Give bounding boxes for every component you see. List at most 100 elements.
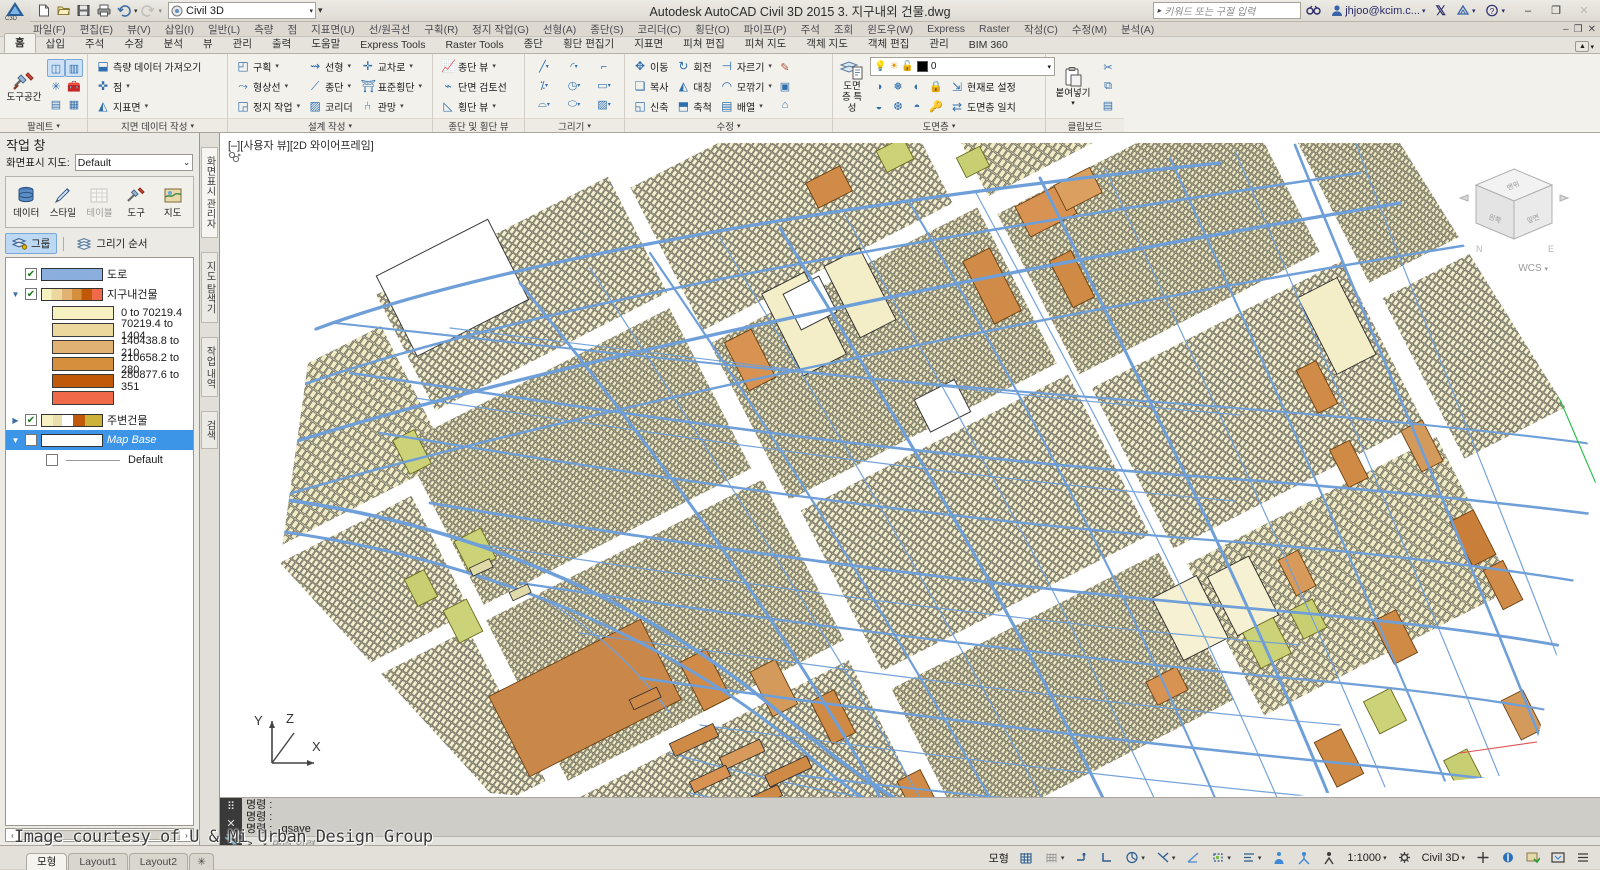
palette-5-icon[interactable]: ▤ <box>47 95 65 113</box>
menu-item-23[interactable]: 분석(A) <box>1114 22 1161 37</box>
ribbon-minimize-control[interactable]: ▲ ▾ <box>1575 41 1594 52</box>
palette-3-icon[interactable]: ✳ <box>47 77 65 95</box>
maximize-button[interactable]: ❐ <box>1542 1 1570 21</box>
chevron-down-icon[interactable]: ⌄ <box>183 158 190 167</box>
tp-map-button[interactable]: 지도 <box>156 185 189 220</box>
import-survey-button[interactable]: ⬓ 측량 데이터 가져오기 <box>92 57 223 76</box>
assembly-button[interactable]: ⛩ 표준횡단 ▾ <box>357 77 426 96</box>
match-prop-icon[interactable]: ▤ <box>1099 96 1117 114</box>
hardware-accel-icon[interactable] <box>1472 848 1494 868</box>
polar-tracking-icon[interactable]: ▾ <box>1121 848 1149 868</box>
doc-minimize-icon[interactable]: – <box>1563 24 1569 35</box>
doc-restore-icon[interactable]: ❐ <box>1574 24 1583 35</box>
workspace-switch-button[interactable]: Civil 3D ▾ <box>1418 848 1469 868</box>
doc-close-icon[interactable]: ✕ <box>1588 24 1596 35</box>
grading-button[interactable]: ◲ 정지 작업 ▾ <box>232 97 304 116</box>
plot-icon[interactable] <box>94 1 113 20</box>
hatch-icon[interactable]: ▨ ▾ <box>589 96 619 114</box>
palette-1-icon[interactable]: ◫ <box>47 59 65 77</box>
layer-on-icon[interactable]: ◓ <box>908 98 926 116</box>
tree-node-inner-buildings[interactable]: ▼ ✔ 지구내건물 <box>6 284 193 304</box>
ribbon-tab-1[interactable]: 삽입 <box>36 35 75 53</box>
section-view-button[interactable]: ◺ 횡단 뷰 ▾ <box>437 97 520 116</box>
save-icon[interactable] <box>74 1 93 20</box>
ribbon-minimize-icon[interactable]: ▲ <box>1575 41 1590 52</box>
tp-table-button[interactable]: 테이블 <box>83 185 116 220</box>
layer-match-button[interactable]: ⇄ 도면층 일치 <box>946 97 1020 116</box>
gear-icon[interactable] <box>1394 848 1415 868</box>
default-checkbox[interactable] <box>46 454 58 466</box>
command-drag-handle[interactable]: ⠿ <box>227 800 235 813</box>
ribbon-tab-18[interactable]: 관리 <box>919 35 958 53</box>
tp-data-button[interactable]: 데이터 <box>10 185 43 220</box>
city-map-drawing[interactable] <box>220 133 1600 833</box>
tree-node-surrounding-buildings[interactable]: ▶ ✔ 주변건물 <box>6 410 193 430</box>
polyline-icon[interactable]: ⌐ <box>589 58 619 76</box>
close-button[interactable]: ✕ <box>1570 1 1598 21</box>
set-current-layer-button[interactable]: ⇲ 현재로 설정 <box>946 77 1020 96</box>
profile-view-button[interactable]: 📈 종단 뷰 ▾ <box>437 57 520 76</box>
open-icon[interactable] <box>54 1 73 20</box>
redo-icon[interactable] <box>139 1 158 20</box>
ribbon-tab-9[interactable]: Express Tools <box>350 38 435 53</box>
menu-item-9[interactable]: 구획(R) <box>417 22 465 37</box>
workspace-selector[interactable]: Civil 3D ▾ <box>168 2 317 19</box>
ribbon-tab-2[interactable]: 주석 <box>75 35 114 53</box>
surrounding-buildings-checkbox[interactable]: ✔ <box>25 414 37 426</box>
arc-icon[interactable]: ◜ ▾ <box>559 58 589 76</box>
viewport-label[interactable]: [–][사용자 뷰][2D 와이어프레임] <box>228 137 374 153</box>
ribbon-tab-12[interactable]: 횡단 편집기 <box>553 35 624 53</box>
panel-label-modify[interactable]: 수정 ▾ <box>625 118 832 132</box>
isolate-objects-icon[interactable] <box>1497 848 1519 868</box>
intersection-button[interactable]: ✛ 교차로 ▾ <box>357 57 426 76</box>
alignment-button[interactable]: ⇝ 선형 ▾ <box>304 57 357 76</box>
scale-button[interactable]: ⬒ 축척 <box>672 97 715 116</box>
ribbon-tab-5[interactable]: 뷰 <box>193 35 223 53</box>
copy-clip-icon[interactable]: ⧉ <box>1099 77 1117 95</box>
layer-freeze-icon[interactable]: ❅ <box>889 78 907 96</box>
ribbon-tab-15[interactable]: 피쳐 지도 <box>735 35 797 53</box>
workspace-menu-icon[interactable]: ▾ <box>318 5 323 16</box>
line-icon[interactable]: ╱ ▾ <box>529 58 559 76</box>
tp-style-button[interactable]: 스타일 <box>46 185 79 220</box>
ellipse-icon[interactable]: ⬭ ▾ <box>559 96 589 114</box>
copy-button[interactable]: ❏ 복사 <box>629 77 672 96</box>
move-button[interactable]: ✥ 이동 <box>629 57 672 76</box>
workspace-dropdown-icon[interactable]: ▾ <box>310 7 314 15</box>
tp-tools-button[interactable]: 도구 <box>120 185 153 220</box>
sun-icon[interactable]: ☀ <box>889 61 898 72</box>
expander-icon[interactable]: ▶ <box>10 416 21 425</box>
rotate-button[interactable]: ↻ 회전 <box>672 57 715 76</box>
menu-item-22[interactable]: 수정(M) <box>1065 22 1114 37</box>
panel-label-ground-data[interactable]: 지면 데이터 작성 ▾ <box>88 118 227 132</box>
sample-line-button[interactable]: ⌁ 단면 검토선 <box>437 77 520 96</box>
panel-label-layers[interactable]: 도면층 ▾ <box>833 118 1045 132</box>
viewport-control-icon[interactable] <box>228 151 242 163</box>
model-space-button[interactable]: 모형 <box>985 848 1013 868</box>
layer-unlock2-icon[interactable]: 🔑 <box>927 98 945 116</box>
paste-button[interactable]: 붙여넣기 ▾ <box>1050 64 1096 109</box>
block-icon[interactable]: ▣ <box>776 77 794 95</box>
point-button[interactable]: ✜ 점 ▾ <box>92 77 223 96</box>
map-base-checkbox[interactable] <box>25 434 37 446</box>
tree-node-map-base[interactable]: ▼ Map Base <box>6 430 193 450</box>
ribbon-tab-19[interactable]: BIM 360 <box>959 38 1018 53</box>
side-tab-display-manager[interactable]: 화면표시 관리자 <box>201 147 218 238</box>
grid-display-icon[interactable] <box>1016 848 1038 868</box>
side-tab-map-explorer[interactable]: 지도 탐색기 <box>201 251 218 323</box>
help-icon[interactable]: ? ▾ <box>1480 1 1510 20</box>
minimize-button[interactable]: – <box>1514 1 1542 21</box>
dynamic-ucs-icon[interactable]: ▾ <box>1207 848 1235 868</box>
ribbon-tab-17[interactable]: 객체 편집 <box>858 35 920 53</box>
dynamic-input-icon[interactable]: ▾ <box>1238 848 1266 868</box>
wcs-label[interactable]: WCS ▾ <box>1518 263 1548 274</box>
annotation-scale-value[interactable]: 1:1000 ▾ <box>1343 848 1390 868</box>
side-tab-task-history[interactable]: 작업 내역 <box>201 336 218 398</box>
layout-tab-model[interactable]: 모형 <box>26 852 68 870</box>
road-checkbox[interactable]: ✔ <box>25 268 37 280</box>
drawing-canvas[interactable]: [–][사용자 뷰][2D 와이어프레임] Y Z X 맨위 왼쪽 앞면 N E… <box>220 133 1600 845</box>
customization-icon[interactable] <box>1572 848 1594 868</box>
object-snap-icon[interactable]: ▾ <box>1152 848 1180 868</box>
fillet-button[interactable]: ◠ 모깎기 ▾ <box>716 77 776 96</box>
mirror-button[interactable]: ◭ 대칭 <box>672 77 715 96</box>
